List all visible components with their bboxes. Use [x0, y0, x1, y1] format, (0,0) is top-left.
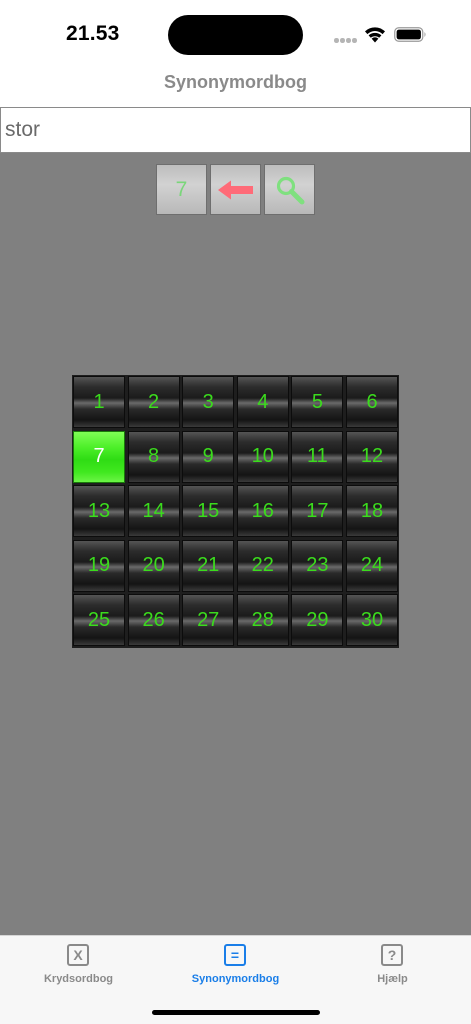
- number-cell-25[interactable]: 25: [73, 594, 125, 647]
- list-icon: =: [224, 944, 246, 966]
- number-cell-12[interactable]: 12: [346, 430, 398, 483]
- crossword-icon: X: [67, 944, 89, 966]
- letter-count-button[interactable]: 7: [156, 164, 207, 215]
- number-cell-20[interactable]: 20: [127, 539, 180, 592]
- number-cell-19[interactable]: 19: [73, 539, 125, 592]
- main-content: 7 1 2 3 4 5 6 7 8 9 10 11 12 13 14 15 16 17 18 19 20 21 22 23 2…: [0, 153, 471, 935]
- wifi-icon: [365, 27, 385, 43]
- number-cell-4[interactable]: 4: [236, 376, 289, 428]
- number-cell-24[interactable]: 24: [346, 539, 398, 592]
- number-cell-5[interactable]: 5: [291, 376, 344, 428]
- arrow-left-icon: [217, 180, 253, 199]
- number-cell-6[interactable]: 6: [346, 376, 398, 428]
- letter-count-value: 7: [175, 177, 188, 201]
- number-cell-13[interactable]: 13: [73, 485, 125, 538]
- number-cell-3[interactable]: 3: [182, 376, 235, 428]
- letter-count-grid: 1 2 3 4 5 6 7 8 9 10 11 12 13 14 15 16 17 18 19 20 21 22 23 24 2…: [72, 375, 399, 648]
- number-cell-9[interactable]: 9: [182, 430, 235, 483]
- number-cell-16[interactable]: 16: [236, 485, 289, 538]
- number-cell-29[interactable]: 29: [291, 594, 344, 647]
- dynamic-island: [168, 15, 303, 55]
- number-cell-8[interactable]: 8: [127, 430, 180, 483]
- tab-krydsordbog[interactable]: X Krydsordbog: [0, 936, 157, 996]
- number-cell-22[interactable]: 22: [236, 539, 289, 592]
- status-time: 21.53: [66, 22, 120, 45]
- battery-icon: [394, 27, 426, 42]
- cellular-signal-icon: [334, 38, 358, 44]
- page-title: Synonymordbog: [164, 72, 307, 92]
- status-bar: 21.53: [0, 0, 471, 62]
- home-indicator: [152, 1010, 320, 1015]
- number-cell-26[interactable]: 26: [127, 594, 180, 647]
- number-cell-27[interactable]: 27: [182, 594, 235, 647]
- number-cell-11[interactable]: 11: [291, 430, 344, 483]
- tab-hjaelp[interactable]: ? Hjælp: [314, 936, 471, 996]
- help-icon: ?: [381, 944, 403, 966]
- magnifier-icon: [276, 176, 304, 204]
- number-cell-2[interactable]: 2: [127, 376, 180, 428]
- tab-label: Synonymordbog: [191, 973, 280, 985]
- number-cell-21[interactable]: 21: [182, 539, 235, 592]
- search-input[interactable]: [0, 107, 471, 153]
- number-cell-18[interactable]: 18: [346, 485, 398, 538]
- number-cell-7[interactable]: 7: [73, 430, 125, 483]
- number-cell-17[interactable]: 17: [291, 485, 344, 538]
- tab-label: Krydsordbog: [43, 973, 114, 985]
- number-cell-14[interactable]: 14: [127, 485, 180, 538]
- search-button[interactable]: [264, 164, 315, 215]
- number-cell-30[interactable]: 30: [346, 594, 398, 647]
- number-cell-15[interactable]: 15: [182, 485, 235, 538]
- number-cell-1[interactable]: 1: [73, 376, 125, 428]
- backspace-button[interactable]: [210, 164, 261, 215]
- number-cell-23[interactable]: 23: [291, 539, 344, 592]
- number-cell-10[interactable]: 10: [236, 430, 289, 483]
- number-cell-28[interactable]: 28: [236, 594, 289, 647]
- tab-label: Hjælp: [377, 973, 408, 985]
- tab-synonymordbog[interactable]: = Synonymordbog: [157, 936, 314, 996]
